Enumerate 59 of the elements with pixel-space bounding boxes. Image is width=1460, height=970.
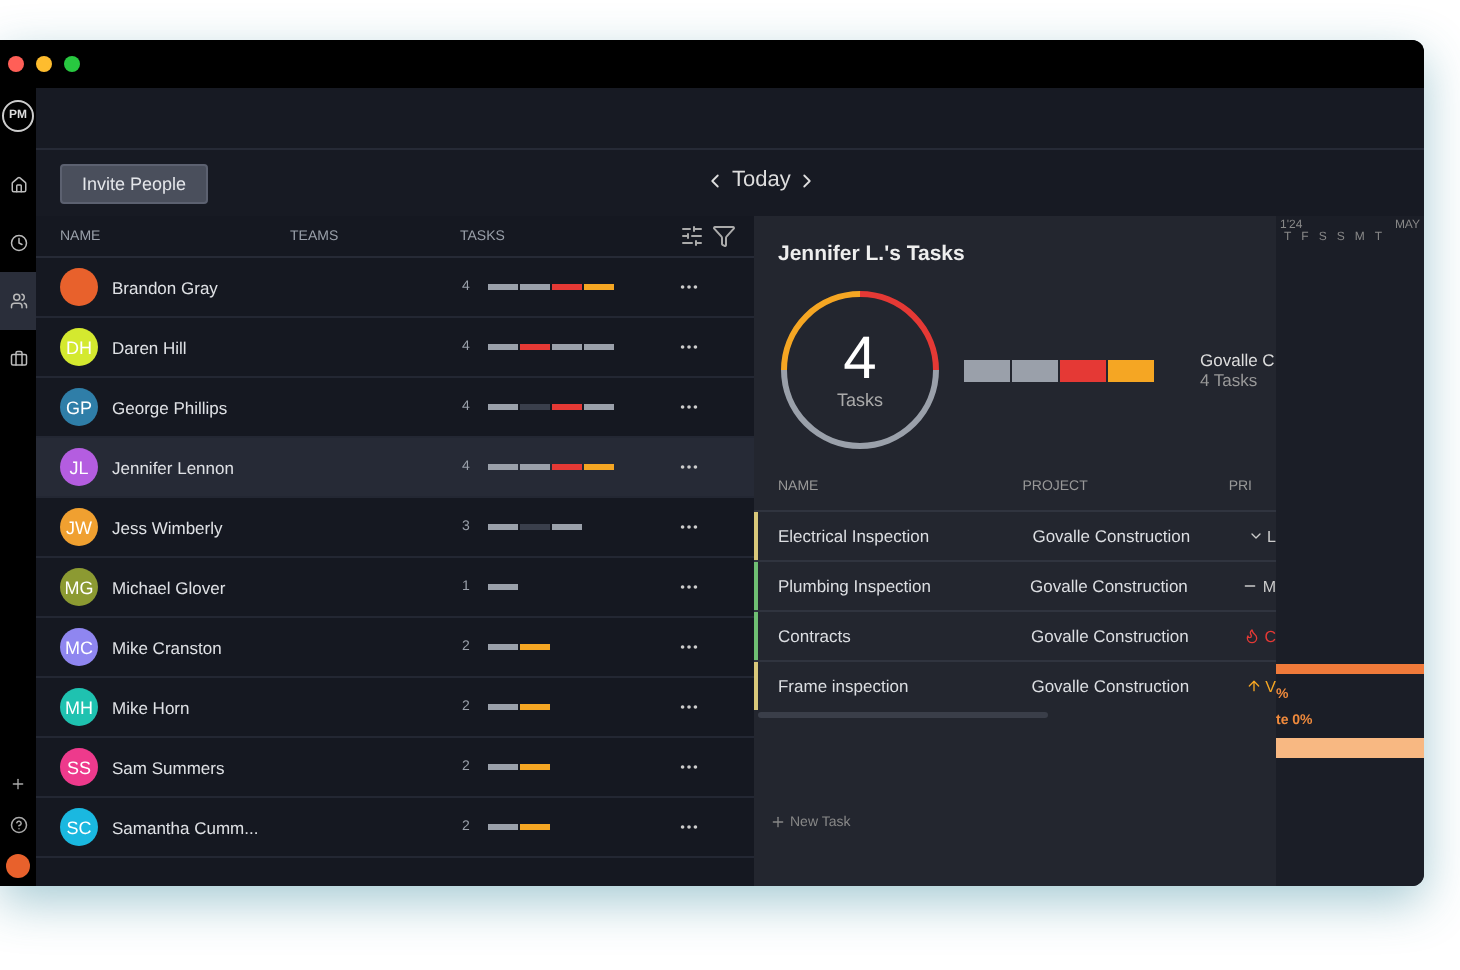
sliders-icon[interactable]	[680, 224, 704, 248]
member-name: Brandon Gray	[112, 277, 220, 297]
task-row[interactable]: Contracts Govalle Construction C	[754, 610, 1276, 660]
member-name: George Phillips	[112, 397, 230, 417]
avatar: GP	[60, 388, 98, 426]
task-project: Govalle Construction	[1032, 526, 1193, 546]
avatar: JW	[60, 508, 98, 546]
task-name: Electrical Inspection	[777, 526, 932, 546]
task-name: Frame inspection	[777, 676, 911, 696]
sidebar-item[interactable]	[0, 272, 36, 330]
help-icon[interactable]	[9, 816, 27, 834]
plus-icon[interactable]	[10, 776, 26, 792]
task-project: Govalle Construction	[1030, 576, 1190, 596]
project-task-count: 4 Tasks	[1200, 370, 1260, 390]
member-name: Mike Horn	[112, 697, 192, 717]
avatar: SC	[60, 808, 98, 846]
avatar: JL	[60, 448, 98, 486]
task-project: Govalle Construction	[1030, 626, 1191, 646]
people-icon[interactable]	[9, 292, 27, 310]
close-dot[interactable]	[8, 56, 24, 72]
panel-title: Jennifer L.'s Tasks	[776, 240, 967, 270]
avatar: MH	[60, 688, 98, 726]
task-row[interactable]: Plumbing Inspection Govalle Construction M	[754, 560, 1276, 610]
user-avatar[interactable]	[6, 854, 30, 878]
avatar: SS	[60, 748, 98, 786]
priority-label: L	[1267, 527, 1276, 545]
minimize-dot[interactable]	[36, 56, 52, 72]
priority-label: V	[1265, 677, 1276, 695]
project-name: Govalle C	[1200, 350, 1276, 370]
avatar: DH	[60, 328, 98, 366]
maximize-dot[interactable]	[64, 56, 80, 72]
home-icon[interactable]	[9, 176, 27, 194]
member-name: Sam Summers	[112, 757, 227, 777]
priority-label: C	[1264, 627, 1276, 645]
task-row[interactable]: Electrical Inspection Govalle Construction L	[754, 510, 1276, 560]
briefcase-icon[interactable]	[9, 350, 27, 368]
task-project: Govalle Construction	[1031, 676, 1192, 696]
plus-icon	[770, 814, 786, 830]
chevron-down-icon	[1247, 528, 1264, 544]
member-name: Jennifer Lennon	[112, 457, 236, 477]
avatar: MC	[60, 628, 98, 666]
member-name: Mike Cranston	[112, 637, 224, 657]
task-row[interactable]: Frame inspection Govalle Construction V	[754, 660, 1276, 710]
avatar: MG	[60, 568, 98, 606]
flame-icon	[1244, 628, 1261, 644]
priority-label: M	[1262, 577, 1276, 595]
member-name: Daren Hill	[112, 337, 189, 357]
task-name: Contracts	[777, 626, 853, 646]
arrow-up-icon	[1245, 678, 1262, 694]
filter-icon[interactable]	[712, 224, 736, 248]
clock-icon[interactable]	[9, 234, 27, 252]
task-name: Plumbing Inspection	[777, 576, 934, 596]
invite-people-button[interactable]: Invite People	[60, 163, 209, 203]
member-name: Jess Wimberly	[112, 517, 225, 537]
member-name: Samantha Cumm...	[112, 817, 261, 837]
date-label[interactable]: Today	[732, 168, 791, 192]
member-name: Michael Glover	[112, 577, 228, 597]
task-total-label: Tasks	[836, 390, 883, 410]
task-total: 4	[843, 330, 877, 390]
